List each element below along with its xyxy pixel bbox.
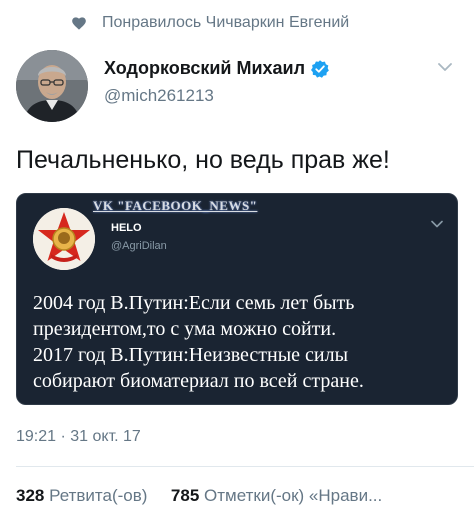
- inner-avatar: [33, 208, 95, 270]
- inner-chevron-down-icon: [431, 220, 443, 228]
- inner-text-line: 2004 год В.Путин:Если семь лет быть: [33, 292, 355, 314]
- verified-badge-icon: [311, 59, 329, 78]
- inner-text-line: 2017 год В.Путин:Неизвестные силы: [33, 344, 349, 366]
- chevron-down-icon[interactable]: [438, 62, 452, 72]
- author-name-row[interactable]: Ходорковский Михаил: [104, 58, 330, 79]
- like-count[interactable]: 785: [171, 486, 199, 505]
- image-watermark: VK "FACEBOOK_NEWS": [93, 198, 258, 213]
- like-label[interactable]: Отметки(-ок) «Нрави...: [204, 486, 382, 505]
- author-avatar[interactable]: [16, 50, 88, 122]
- tweet-text: Печальненько, но ведь прав же!: [16, 146, 390, 174]
- tweet-timestamp[interactable]: 19:21 · 31 окт. 17: [16, 428, 141, 446]
- social-context-label: Понравилось Чичваркин Евгений: [102, 14, 350, 31]
- heart-icon: [72, 16, 86, 30]
- inner-text-line: президентом,то с ума можно сойти.: [33, 318, 337, 340]
- author-name[interactable]: Ходорковский Михаил: [104, 58, 305, 79]
- inner-author-name: HELO: [111, 222, 142, 234]
- author-handle[interactable]: @mich261213: [104, 86, 214, 106]
- inner-text-line: собирают биоматериал по всей стране.: [33, 370, 364, 392]
- divider: [16, 466, 474, 467]
- retweet-count[interactable]: 328: [16, 486, 44, 505]
- inner-tweet-text: 2004 год В.Путин:Если семь лет быть през…: [33, 290, 453, 394]
- tweet-stats: 328 Ретвита(-ов) 785 Отметки(-ок) «Нрави…: [16, 486, 382, 506]
- social-context[interactable]: Понравилось Чичваркин Евгений: [72, 12, 349, 34]
- embedded-image[interactable]: VK "FACEBOOK_NEWS" HELO @AgriDilan 2004 …: [16, 193, 458, 405]
- retweet-label[interactable]: Ретвита(-ов): [49, 486, 147, 505]
- inner-author-handle: @AgriDilan: [111, 240, 167, 252]
